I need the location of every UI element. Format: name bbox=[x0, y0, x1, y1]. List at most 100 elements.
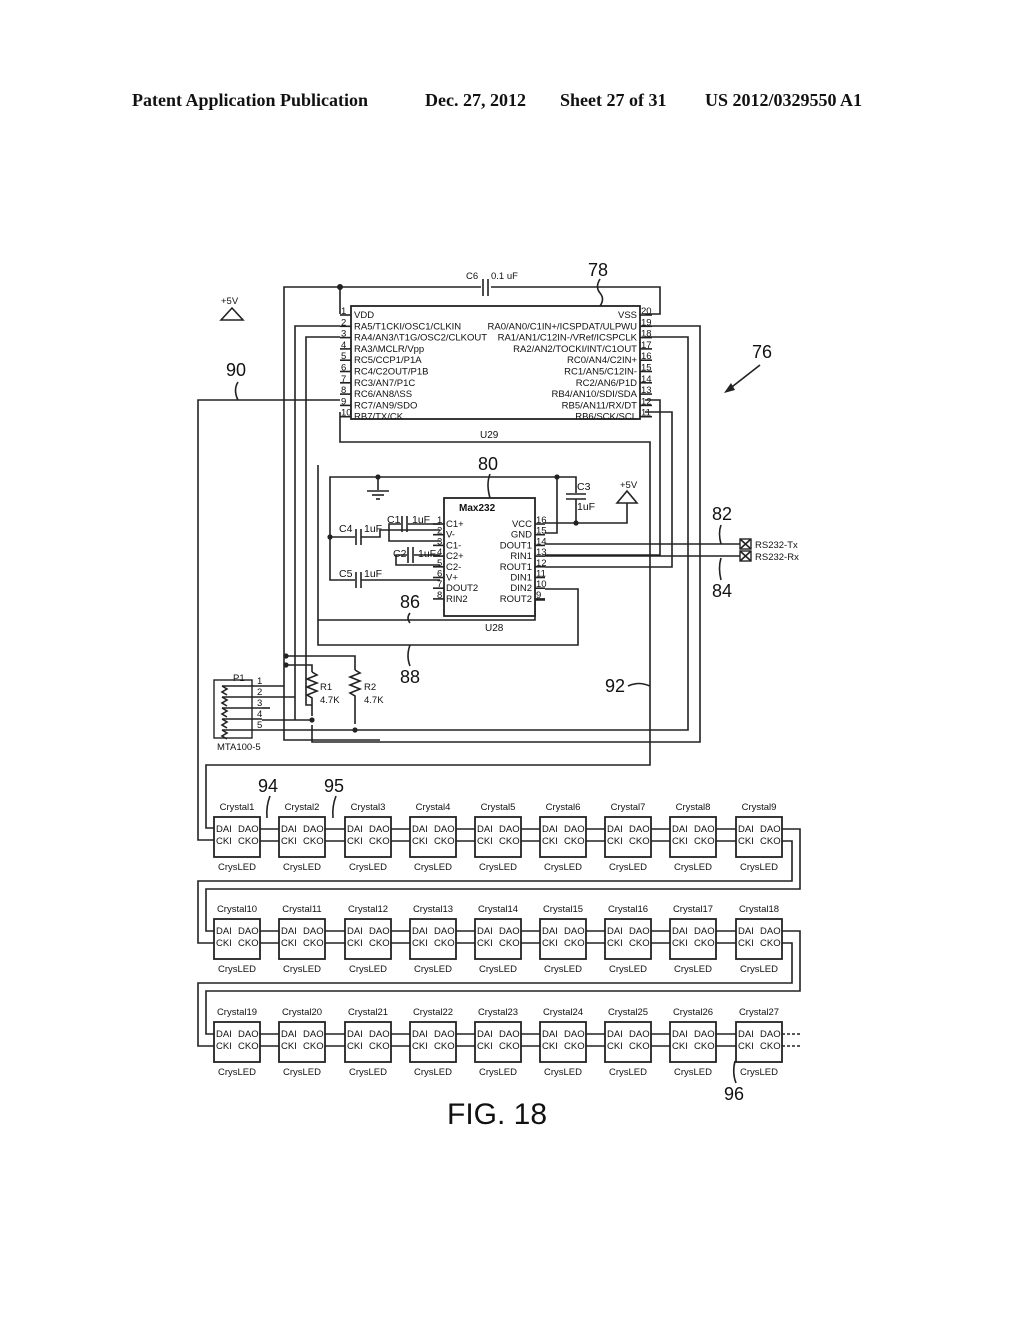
crystal-name: Crystal5 bbox=[481, 802, 516, 813]
crystal-part-label: CrysLED bbox=[740, 1067, 778, 1078]
crystal-led: Crystal9 DAI DAO CKI CKO CrysLED bbox=[735, 802, 783, 873]
mcu-pin-num: 8 bbox=[341, 385, 346, 396]
pin-dao: DAO bbox=[238, 926, 259, 937]
max232-pin-num: 5 bbox=[437, 558, 442, 569]
pin-cko: CKO bbox=[238, 1041, 259, 1052]
crystal-part-label: CrysLED bbox=[283, 1067, 321, 1078]
mcu-pin-num: 3 bbox=[341, 329, 346, 340]
crystal-part-label: CrysLED bbox=[674, 1067, 712, 1078]
crystal-led: Crystal1 DAI DAO CKI CKO CrysLED bbox=[213, 802, 261, 873]
crystal-led: Crystal26 DAI DAO CKI CKO CrysLED bbox=[669, 1007, 717, 1078]
pin-cko: CKO bbox=[369, 836, 390, 847]
mcu-pin-label: RC5/CCP1/P1A bbox=[354, 355, 422, 366]
mcu-pin-label: RC6/AN8/\SS bbox=[354, 389, 412, 400]
max232-pin-label: VCC bbox=[512, 519, 532, 530]
pin-dao: DAO bbox=[369, 926, 390, 937]
crystal-led: Crystal19 DAI DAO CKI CKO CrysLED bbox=[213, 1007, 261, 1078]
vcc-label-max: +5V bbox=[620, 480, 638, 491]
pin-dao: DAO bbox=[564, 824, 585, 835]
crystal-led: Crystal22 DAI DAO CKI CKO CrysLED bbox=[409, 1007, 457, 1078]
rs232-rx-label: RS232-Rx bbox=[755, 552, 799, 563]
max232-pin-num: 11 bbox=[536, 569, 546, 580]
crystal-led: Crystal16 DAI DAO CKI CKO CrysLED bbox=[604, 904, 652, 975]
svg-text:1uF: 1uF bbox=[577, 501, 595, 513]
mcu-pin-label: RA4/AN3/\T1G/OSC2/CLKOUT bbox=[354, 333, 487, 344]
mcu-pin-num: 1 bbox=[341, 306, 346, 317]
vcc-symbol-left: +5V bbox=[219, 296, 245, 321]
crystal-led: Crystal6 DAI DAO CKI CKO CrysLED bbox=[539, 802, 587, 873]
c6-value: 0.1 uF bbox=[491, 271, 518, 282]
ref-94: 94 bbox=[258, 776, 278, 796]
pin-dai: DAI bbox=[412, 1029, 428, 1040]
mcu-pin-label: RC1/AN5/C12IN- bbox=[564, 367, 637, 378]
max232-u28: Max232 1 C1+2 V-3 C1-4 C2+5 C2-6 V+7 DOUT28 RIN2… bbox=[317, 454, 547, 634]
pin-cki: CKI bbox=[412, 938, 428, 949]
pin-cko: CKO bbox=[694, 1041, 715, 1052]
pin-cko: CKO bbox=[369, 1041, 390, 1052]
crystal-part-label: CrysLED bbox=[218, 862, 256, 873]
crystal-name: Crystal26 bbox=[673, 1007, 713, 1018]
crystal-name: Crystal4 bbox=[416, 802, 451, 813]
mcu-pin-label: RA5/T1CKI/OSC1/CLKIN bbox=[354, 321, 461, 332]
svg-text:C4: C4 bbox=[339, 523, 353, 535]
pin-cki: CKI bbox=[607, 836, 623, 847]
pin-cki: CKI bbox=[347, 1041, 363, 1052]
pin-dai: DAI bbox=[542, 824, 558, 835]
pin-dao: DAO bbox=[499, 824, 520, 835]
crystal-part-label: CrysLED bbox=[740, 862, 778, 873]
crystal-led: Crystal14 DAI DAO CKI CKO CrysLED bbox=[474, 904, 522, 975]
pin-dai: DAI bbox=[607, 926, 623, 937]
crystal-name: Crystal2 bbox=[285, 802, 320, 813]
c6-name: C6 bbox=[466, 271, 478, 282]
max232-pin-label: ROUT2 bbox=[500, 594, 532, 605]
pin-cki: CKI bbox=[347, 836, 363, 847]
mcu-pin-num: 18 bbox=[641, 329, 652, 340]
mcu-pin-num: 9 bbox=[341, 396, 346, 407]
mcu-pin-label: RC7/AN9/SDO bbox=[354, 400, 417, 411]
crystal-led: Crystal11 DAI DAO CKI CKO CrysLED bbox=[278, 904, 326, 975]
mcu-pin-label: RA1/AN1/C12IN-/VRef/ICSPCLK bbox=[498, 333, 638, 344]
pin-cki: CKI bbox=[672, 938, 688, 949]
crystal-part-label: CrysLED bbox=[609, 1067, 647, 1078]
pin-dai: DAI bbox=[216, 1029, 232, 1040]
pin-cki: CKI bbox=[412, 836, 428, 847]
pin-cki: CKI bbox=[477, 836, 493, 847]
crystal-name: Crystal18 bbox=[739, 904, 779, 915]
pin-cki: CKI bbox=[412, 1041, 428, 1052]
pin-cko: CKO bbox=[434, 1041, 455, 1052]
pin-cki: CKI bbox=[281, 938, 297, 949]
mcu-pin-num: 6 bbox=[341, 363, 346, 374]
pin-dao: DAO bbox=[694, 824, 715, 835]
crystal-name: Crystal1 bbox=[220, 802, 255, 813]
pin-dao: DAO bbox=[629, 1029, 650, 1040]
pin-cki: CKI bbox=[542, 836, 558, 847]
mcu-pin-label: RC3/AN7/P1C bbox=[354, 378, 415, 389]
rs232-tx-terminal: RS232-Tx bbox=[739, 538, 798, 551]
pin-dao: DAO bbox=[694, 926, 715, 937]
pin-cki: CKI bbox=[738, 938, 754, 949]
mcu-pin-num: 11 bbox=[641, 408, 651, 419]
figure-caption: FIG. 18 bbox=[447, 1098, 547, 1131]
pin-dai: DAI bbox=[738, 1029, 754, 1040]
crystal-part-label: CrysLED bbox=[479, 1067, 517, 1078]
crystal-part-label: CrysLED bbox=[283, 862, 321, 873]
pin-cko: CKO bbox=[499, 938, 520, 949]
pin-dai: DAI bbox=[738, 926, 754, 937]
ref-88: 88 bbox=[400, 667, 420, 687]
pin-cki: CKI bbox=[347, 938, 363, 949]
pin-cki: CKI bbox=[607, 1041, 623, 1052]
svg-text:1uF: 1uF bbox=[364, 568, 382, 580]
max232-pin-num: 3 bbox=[437, 536, 442, 547]
svg-text:C2: C2 bbox=[393, 548, 407, 560]
pin-cko: CKO bbox=[694, 938, 715, 949]
crystal-led: Crystal23 DAI DAO CKI CKO CrysLED bbox=[474, 1007, 522, 1078]
max232-pin-num: 8 bbox=[437, 590, 442, 601]
max232-pin-num: 14 bbox=[536, 536, 547, 547]
p1-pin-num: 5 bbox=[257, 720, 262, 731]
pin-cki: CKI bbox=[738, 1041, 754, 1052]
pin-dai: DAI bbox=[477, 824, 493, 835]
crystal-part-label: CrysLED bbox=[414, 964, 452, 975]
pin-dai: DAI bbox=[477, 926, 493, 937]
pin-dai: DAI bbox=[672, 1029, 688, 1040]
crystal-name: Crystal6 bbox=[546, 802, 581, 813]
